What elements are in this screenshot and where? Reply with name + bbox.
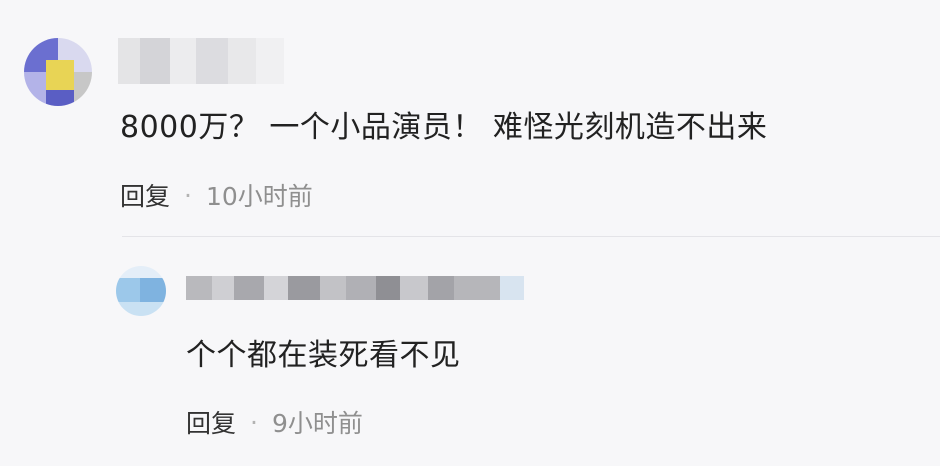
separator-dot: · (250, 407, 258, 437)
avatar-pixel (116, 266, 166, 278)
avatar[interactable] (116, 266, 166, 316)
divider (122, 236, 940, 237)
avatar-pixel (140, 278, 166, 302)
timestamp: 10小时前 (205, 182, 313, 211)
avatar-pixel (116, 278, 140, 302)
separator-dot: · (184, 180, 192, 210)
timestamp: 9小时前 (271, 409, 363, 438)
avatar-pixel (24, 72, 46, 106)
username-blurred[interactable] (118, 38, 284, 84)
reply-text: 个个都在装死看不见 (186, 338, 461, 373)
avatar-pixel (74, 72, 92, 106)
comment-text: 8000万？ 一个小品演员！ 难怪光刻机造不出来 (120, 110, 768, 145)
avatar[interactable] (24, 38, 92, 106)
username-blurred[interactable] (186, 276, 524, 300)
reply-button[interactable]: 回复 (186, 404, 236, 440)
comment-meta: 回复 · 10小时前 (120, 175, 313, 215)
reply-button[interactable]: 回复 (120, 177, 170, 213)
avatar-pixel (46, 60, 74, 90)
reply-meta: 回复 · 9小时前 (186, 402, 363, 442)
avatar-pixel (116, 302, 166, 316)
avatar-pixel (46, 90, 74, 106)
